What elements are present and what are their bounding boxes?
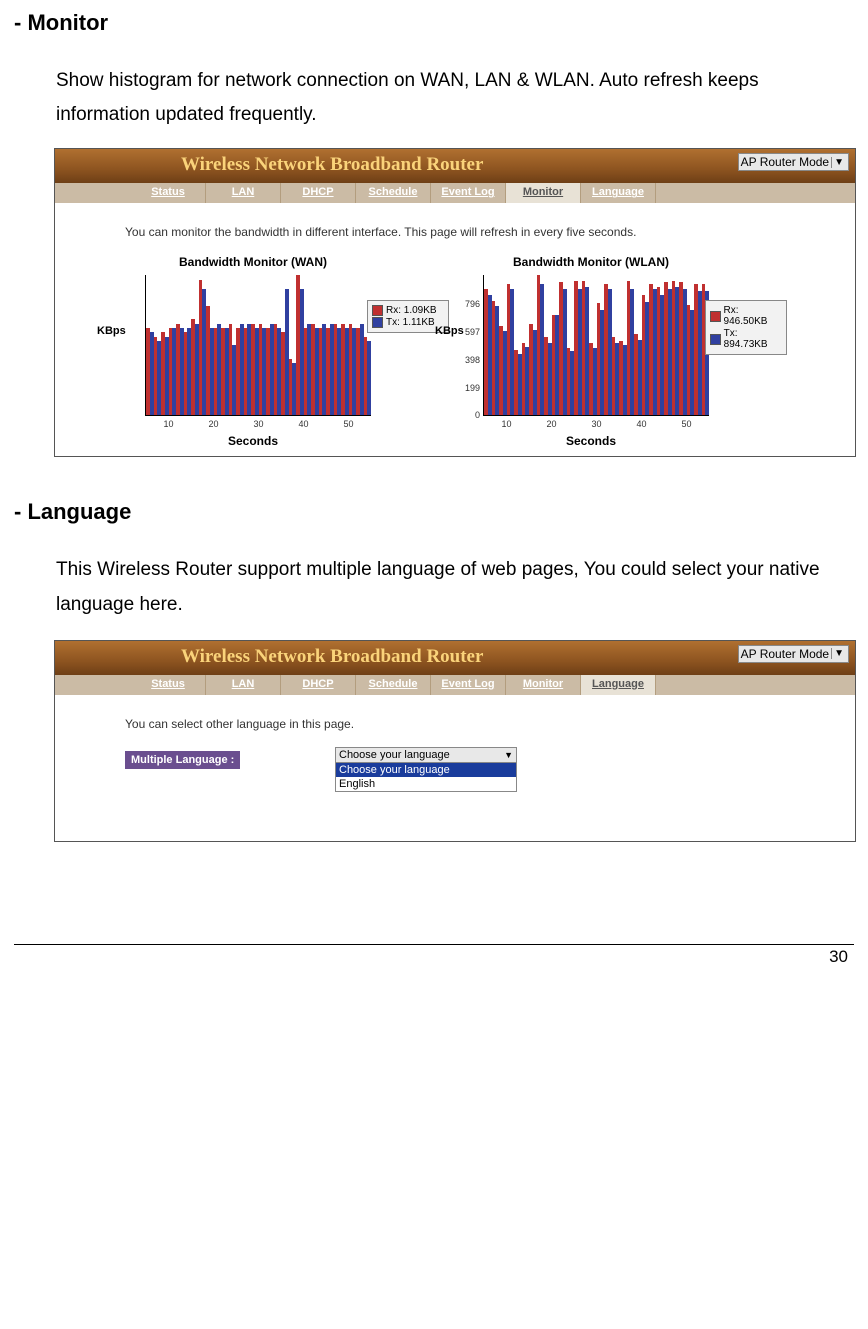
chevron-down-icon: ▼ [504,750,513,760]
page-number: 30 [14,945,854,977]
monitor-intro: You can monitor the bandwidth in differe… [125,225,845,239]
tab-status[interactable]: Status [131,675,206,695]
legend-tx: Tx: 1.11KB [386,317,435,328]
tab-event-log[interactable]: Event Log [431,675,506,695]
router-title: Wireless Network Broadband Router [181,154,483,176]
legend-rx: Rx: 946.50KB [724,305,782,327]
tab-bar: StatusLANDHCPScheduleEvent LogMonitorLan… [55,675,855,695]
mode-select[interactable]: AP Router Mode ▼ [738,153,849,171]
language-label: Multiple Language : [125,751,240,769]
chart-wan-ylabel: KBps [97,325,126,337]
para-language: This Wireless Router support multiple la… [56,553,854,621]
tab-bar: StatusLANDHCPScheduleEvent LogMonitorLan… [55,183,855,203]
screenshot-language: Wireless Network Broadband Router AP Rou… [54,640,856,842]
language-select-value: Choose your language [339,749,450,761]
mode-select-value: AP Router Mode [741,647,830,661]
tab-schedule[interactable]: Schedule [356,675,431,695]
tab-event-log[interactable]: Event Log [431,183,506,203]
legend-rx: Rx: 1.09KB [386,305,437,316]
tab-lan[interactable]: LAN [206,183,281,203]
chart-wlan-title: Bandwidth Monitor (WLAN) [473,255,709,269]
para-monitor: Show histogram for network connection on… [56,64,854,132]
tab-lan[interactable]: LAN [206,675,281,695]
tab-language[interactable]: Language [581,675,656,695]
language-option[interactable]: English [336,777,516,791]
chart-wan-title: Bandwidth Monitor (WAN) [135,255,371,269]
tab-monitor[interactable]: Monitor [506,183,581,203]
router-banner: Wireless Network Broadband Router AP Rou… [55,149,855,183]
chart-wlan-xlabel: Seconds [473,434,709,448]
chart-wlan: Bandwidth Monitor (WLAN) KBps 7965973981… [473,255,709,448]
tab-monitor[interactable]: Monitor [506,675,581,695]
heading-language: - Language [14,499,854,525]
mode-select[interactable]: AP Router Mode ▼ [738,645,849,663]
legend-tx: Tx: 894.73KB [724,328,782,350]
tab-dhcp[interactable]: DHCP [281,675,356,695]
chart-wan-xlabel: Seconds [135,434,371,448]
screenshot-monitor: Wireless Network Broadband Router AP Rou… [54,148,856,457]
tab-status[interactable]: Status [131,183,206,203]
language-option[interactable]: Choose your language [336,763,516,777]
heading-monitor: - Monitor [14,10,854,36]
chevron-down-icon: ▼ [831,157,846,168]
chevron-down-icon: ▼ [831,648,846,659]
tab-dhcp[interactable]: DHCP [281,183,356,203]
chart-wan: Bandwidth Monitor (WAN) KBps 1020304050 … [135,255,371,448]
router-banner: Wireless Network Broadband Router AP Rou… [55,641,855,675]
language-intro: You can select other language in this pa… [125,717,845,731]
router-title: Wireless Network Broadband Router [181,646,483,668]
tab-schedule[interactable]: Schedule [356,183,431,203]
chart-wlan-legend: Rx: 946.50KB Tx: 894.73KB [705,300,787,355]
language-select[interactable]: Choose your language ▼ Choose your langu… [335,747,517,792]
mode-select-value: AP Router Mode [741,155,830,169]
tab-language[interactable]: Language [581,183,656,203]
